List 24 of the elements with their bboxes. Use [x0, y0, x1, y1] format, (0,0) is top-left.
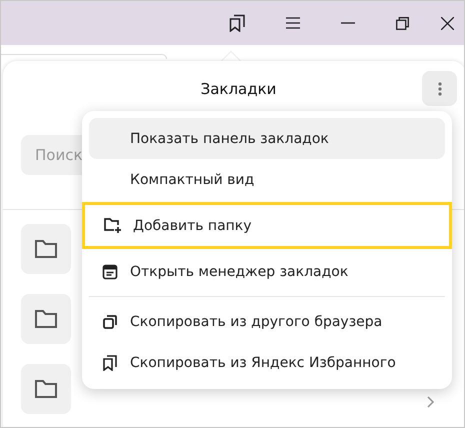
folder-icon — [34, 239, 58, 259]
menu-item[interactable]: Показать панель закладок — [89, 118, 445, 159]
menu-icon — [286, 17, 300, 29]
close-icon — [440, 16, 454, 30]
folder-tile[interactable] — [21, 364, 71, 414]
bookmarks-icon — [229, 14, 246, 32]
folder-icon — [34, 309, 58, 329]
copy-icon — [102, 314, 118, 330]
menu-item[interactable]: Добавить папку — [82, 202, 452, 249]
menu-item[interactable]: Открыть менеджер закладок — [89, 251, 445, 292]
chevron-icon — [427, 396, 435, 408]
window-icon — [102, 264, 118, 280]
folder-tile[interactable] — [21, 224, 71, 274]
bookmarks-icon — [102, 354, 118, 371]
folder-tile[interactable] — [21, 294, 71, 344]
menu-item[interactable]: Скопировать из другого браузера — [89, 301, 445, 342]
restore-icon — [396, 16, 409, 30]
minimize-icon — [340, 22, 354, 24]
menu-item[interactable]: Скопировать из Яндекс Избранного — [89, 342, 445, 383]
add-folder-icon — [103, 217, 122, 234]
panel-title: Закладки — [200, 80, 276, 98]
menu-item[interactable]: Компактный вид — [89, 159, 445, 200]
more-icon — [438, 82, 442, 96]
folder-icon — [34, 379, 58, 399]
